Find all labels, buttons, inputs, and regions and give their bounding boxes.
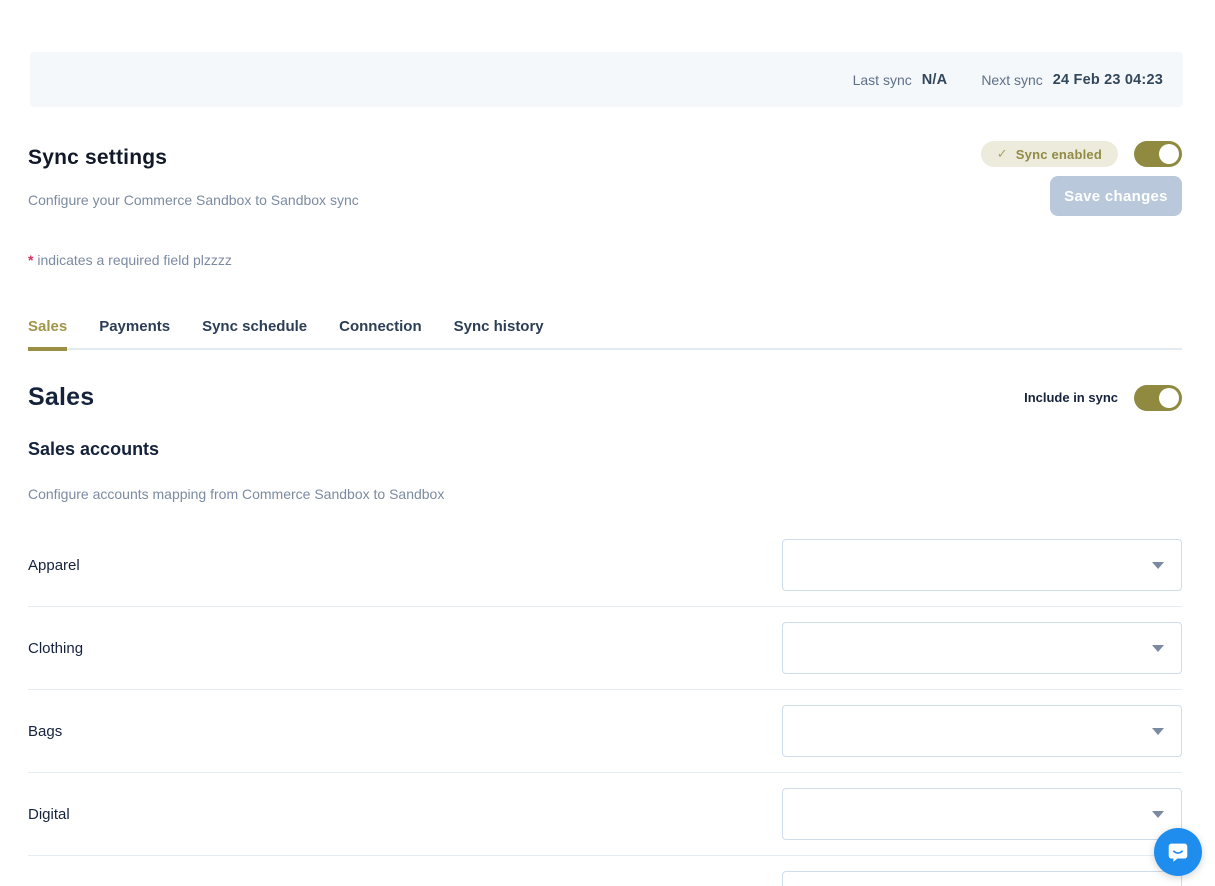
toggle-knob [1159,144,1179,164]
settings-tabs: Sales Payments Sync schedule Connection … [28,318,1182,350]
mapping-row-bags: Bags [28,690,1182,773]
tab-payments[interactable]: Payments [99,318,170,351]
include-in-sync-label: Include in sync [1024,390,1118,405]
mapping-row-digital: Digital [28,773,1182,856]
mapping-row-apparel: Apparel [28,524,1182,607]
include-in-sync-row: Include in sync [1024,385,1182,411]
sync-enabled-badge: ✓ Sync enabled [981,141,1118,167]
sync-enabled-row: ✓ Sync enabled [981,141,1182,167]
next-sync-value: 24 Feb 23 04:23 [1053,72,1163,88]
sales-accounts-description: Configure accounts mapping from Commerce… [28,486,1182,502]
mapping-label: Digital [28,806,70,823]
section-title: Sales [28,383,94,412]
save-changes-button[interactable]: Save changes [1050,176,1182,216]
header-actions: ✓ Sync enabled Save changes [981,141,1182,216]
tab-sync-history[interactable]: Sync history [454,318,544,351]
sales-accounts-title: Sales accounts [28,439,1182,460]
account-select-hardware[interactable] [782,871,1182,886]
include-in-sync-toggle[interactable] [1134,385,1182,411]
chevron-down-icon [1152,645,1164,652]
last-sync-label: Last sync [853,72,912,88]
account-select-clothing[interactable] [782,622,1182,674]
chat-bubble-icon [1165,839,1191,865]
account-select-bags[interactable] [782,705,1182,757]
sync-enabled-toggle[interactable] [1134,141,1182,167]
required-note-text: indicates a required field plzzzz [33,252,231,268]
sync-enabled-badge-label: Sync enabled [1016,147,1102,162]
mapping-label: Clothing [28,640,83,657]
next-sync-label: Next sync [981,72,1042,88]
chevron-down-icon [1152,728,1164,735]
mapping-label: Apparel [28,557,80,574]
sales-section: Sales Include in sync Sales accounts Con… [28,383,1182,886]
chevron-down-icon [1152,562,1164,569]
sync-settings-page: Last sync N/A Next sync 24 Feb 23 04:23 … [0,0,1215,886]
mapping-row-hardware: Hardware [28,856,1182,886]
tab-connection[interactable]: Connection [339,318,422,351]
chat-launcher-button[interactable] [1154,828,1202,876]
sales-section-head: Sales Include in sync [28,383,1182,412]
sync-status-bar: Last sync N/A Next sync 24 Feb 23 04:23 [30,52,1183,107]
header: Sync settings Configure your Commerce Sa… [28,146,1182,268]
mapping-label: Bags [28,723,62,740]
check-icon: ✓ [997,146,1008,162]
toggle-knob [1159,388,1179,408]
tab-sales[interactable]: Sales [28,318,67,351]
account-mapping-list: Apparel Clothing Bags [28,524,1182,886]
account-select-digital[interactable] [782,788,1182,840]
required-field-note: * indicates a required field plzzzz [28,252,1182,268]
tab-sync-schedule[interactable]: Sync schedule [202,318,307,351]
chevron-down-icon [1152,811,1164,818]
account-select-apparel[interactable] [782,539,1182,591]
mapping-row-clothing: Clothing [28,607,1182,690]
last-sync-value: N/A [922,72,948,88]
